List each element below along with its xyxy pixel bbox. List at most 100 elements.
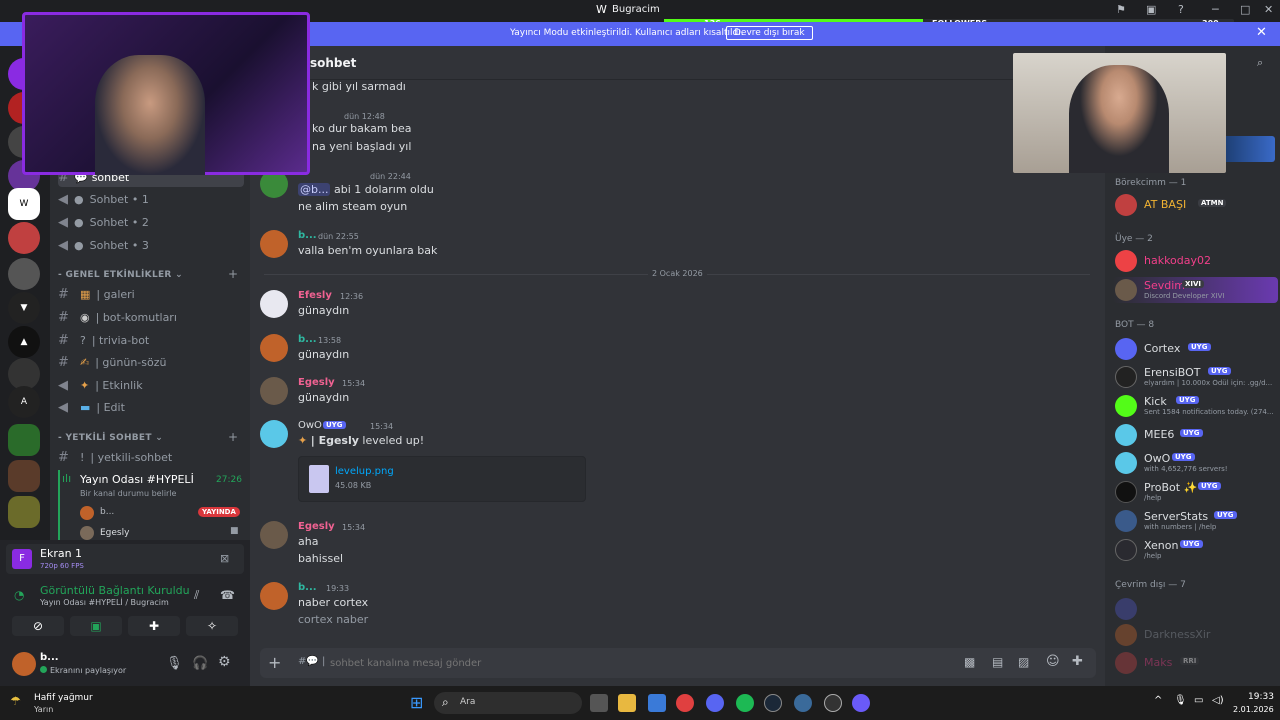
connection-status[interactable]: Görüntülü Bağlantı Kuruldu: [40, 584, 190, 597]
gif-icon[interactable]: ▤: [992, 655, 1003, 669]
category-staff[interactable]: - YETKİLİ SOHBET ⌄: [58, 433, 163, 443]
channel-bot-komutlari[interactable]: # ◉ | bot-komutları: [58, 307, 244, 327]
gift-icon[interactable]: ▩: [964, 655, 975, 669]
channel-edit[interactable]: ◀ ▬ | Edit: [58, 397, 244, 417]
clock-date[interactable]: 2.01.2026: [1233, 705, 1274, 714]
user-avatar[interactable]: [12, 652, 36, 676]
avatar[interactable]: [260, 230, 288, 258]
channel-etkinlik[interactable]: ◀ ✦ | Etkinlik: [58, 375, 244, 395]
network-icon[interactable]: ▭: [1194, 695, 1203, 706]
member-item[interactable]: Cortex UYG: [1113, 336, 1278, 362]
weather-text[interactable]: Hafif yağmur: [34, 693, 93, 703]
channel-galeri[interactable]: # ▦ | galeri: [58, 284, 244, 304]
microphone-icon[interactable]: 🎙: [1174, 695, 1187, 706]
voice-room[interactable]: ılı Yayın Odası #HYPELİ 27:26 Bir kanal …: [58, 470, 244, 540]
member-item[interactable]: AT BAŞI ATMN: [1113, 192, 1278, 218]
add-attachment-icon[interactable]: +: [268, 653, 281, 672]
clock-time[interactable]: 19:33: [1248, 692, 1274, 702]
channel-gunun-sozu[interactable]: # ✍ | günün-sözü: [58, 352, 244, 372]
member-item[interactable]: Sevdim XIVI Discord Developer XIVI: [1113, 277, 1278, 303]
message-author[interactable]: b...: [298, 334, 317, 345]
steam-icon[interactable]: [764, 694, 782, 712]
tray-chevron-icon[interactable]: ^: [1154, 695, 1162, 706]
member-item[interactable]: ErensiBOT UYG elyardım | 10.000x Ödül iç…: [1113, 364, 1278, 390]
server-icon[interactable]: A: [8, 386, 40, 418]
member-item[interactable]: hakkoday02: [1113, 248, 1278, 274]
add-channel-icon[interactable]: +: [228, 430, 238, 444]
avatar[interactable]: [260, 290, 288, 318]
microphone-icon[interactable]: 🎙: [166, 656, 183, 671]
sticker-icon[interactable]: ▨: [1018, 655, 1029, 669]
spotify-icon[interactable]: [736, 694, 754, 712]
member-item[interactable]: OwO UYG with 4,652,776 servers!: [1113, 450, 1278, 476]
message-author[interactable]: Efesly: [298, 290, 332, 301]
help-icon[interactable]: ?: [1178, 3, 1184, 16]
soundboard-button[interactable]: ✧: [186, 616, 238, 636]
noise-suppression-icon[interactable]: ⫽: [194, 588, 199, 603]
disable-streamer-mode-button[interactable]: Devre dışı bırak: [726, 26, 813, 40]
avatar[interactable]: [260, 582, 288, 610]
server-folder-icon[interactable]: [8, 424, 40, 456]
member-item[interactable]: Xenon UYG /help: [1113, 537, 1278, 563]
voice-room-status[interactable]: Bir kanal durumu belirle: [80, 489, 176, 498]
app-icon[interactable]: [794, 694, 812, 712]
search-icon[interactable]: ⌕: [1257, 56, 1263, 70]
server-icon[interactable]: [8, 258, 40, 290]
app-icon[interactable]: [852, 694, 870, 712]
server-icon[interactable]: ▼: [8, 292, 40, 324]
avatar[interactable]: [260, 420, 288, 448]
member-item[interactable]: MEE6 UYG: [1113, 422, 1278, 448]
emoji-icon[interactable]: ☺: [1046, 654, 1060, 669]
stop-share-icon[interactable]: ⊠: [220, 552, 229, 565]
server-folder-icon[interactable]: [8, 460, 40, 492]
close-window-icon[interactable]: ✕: [1264, 3, 1273, 16]
avatar[interactable]: [260, 377, 288, 405]
settings-gear-icon[interactable]: ⚙: [218, 654, 231, 670]
file-name[interactable]: levelup.png: [335, 466, 394, 477]
screen-share-card[interactable]: F Ekran 1 720p 60 FPS ⊠: [6, 544, 244, 574]
server-icon[interactable]: [8, 222, 40, 254]
discord-icon[interactable]: [706, 694, 724, 712]
channel-sohbet-3[interactable]: ◀ ● Sohbet • 3: [58, 235, 244, 255]
activities-button[interactable]: ✚: [128, 616, 180, 636]
obs-icon[interactable]: [824, 694, 842, 712]
screen-share-button[interactable]: ▣: [70, 616, 122, 636]
mention[interactable]: @b...: [298, 183, 331, 196]
member-item[interactable]: Maks RRI: [1113, 650, 1278, 676]
message-input[interactable]: [330, 654, 890, 672]
member-item[interactable]: Kick UYG Sent 1584 notifications today. …: [1113, 393, 1278, 419]
close-icon[interactable]: ✕: [1256, 25, 1267, 40]
maximize-icon[interactable]: □: [1240, 3, 1250, 16]
server-icon-bugracim[interactable]: W: [8, 188, 40, 220]
server-icon[interactable]: ▲: [8, 326, 40, 358]
member-item[interactable]: [1113, 596, 1278, 622]
user-name[interactable]: b...: [40, 652, 59, 663]
voice-user-name[interactable]: b...: [100, 507, 114, 517]
file-explorer-icon[interactable]: [618, 694, 636, 712]
headphones-icon[interactable]: 🎧: [192, 656, 208, 671]
voice-user-name[interactable]: Egesly: [100, 528, 129, 538]
file-attachment[interactable]: levelup.png 45.08 KB: [298, 456, 586, 502]
inbox-icon[interactable]: ⚑: [1116, 3, 1126, 16]
channel-sohbet-1[interactable]: ◀ ● Sohbet • 1: [58, 189, 244, 209]
camera-toggle-button[interactable]: ⊘: [12, 616, 64, 636]
message-author[interactable]: Egesly: [298, 521, 335, 532]
minimize-icon[interactable]: ─: [1212, 3, 1219, 16]
member-item[interactable]: DarknessXir: [1113, 622, 1278, 648]
task-view-icon[interactable]: [590, 694, 608, 712]
channel-yetkili-sohbet[interactable]: #! | yetkili-sohbet: [58, 447, 244, 467]
server-folder-icon[interactable]: [8, 496, 40, 528]
message-author[interactable]: b...: [298, 230, 317, 241]
disconnect-icon[interactable]: ☎: [220, 588, 235, 602]
avatar[interactable]: [260, 521, 288, 549]
message-author[interactable]: Egesly: [298, 377, 335, 388]
avatar[interactable]: [260, 334, 288, 362]
category-events[interactable]: - GENEL ETKİNLİKLER ⌄: [58, 270, 183, 280]
search-box[interactable]: ⌕ Ara: [434, 692, 582, 714]
monitor-icon[interactable]: ▣: [1146, 3, 1156, 16]
volume-icon[interactable]: ◁): [1212, 695, 1224, 706]
chrome-icon[interactable]: [676, 694, 694, 712]
apps-icon[interactable]: ✚: [1072, 654, 1083, 669]
add-channel-icon[interactable]: +: [228, 267, 238, 281]
message-author[interactable]: b...: [298, 582, 317, 593]
